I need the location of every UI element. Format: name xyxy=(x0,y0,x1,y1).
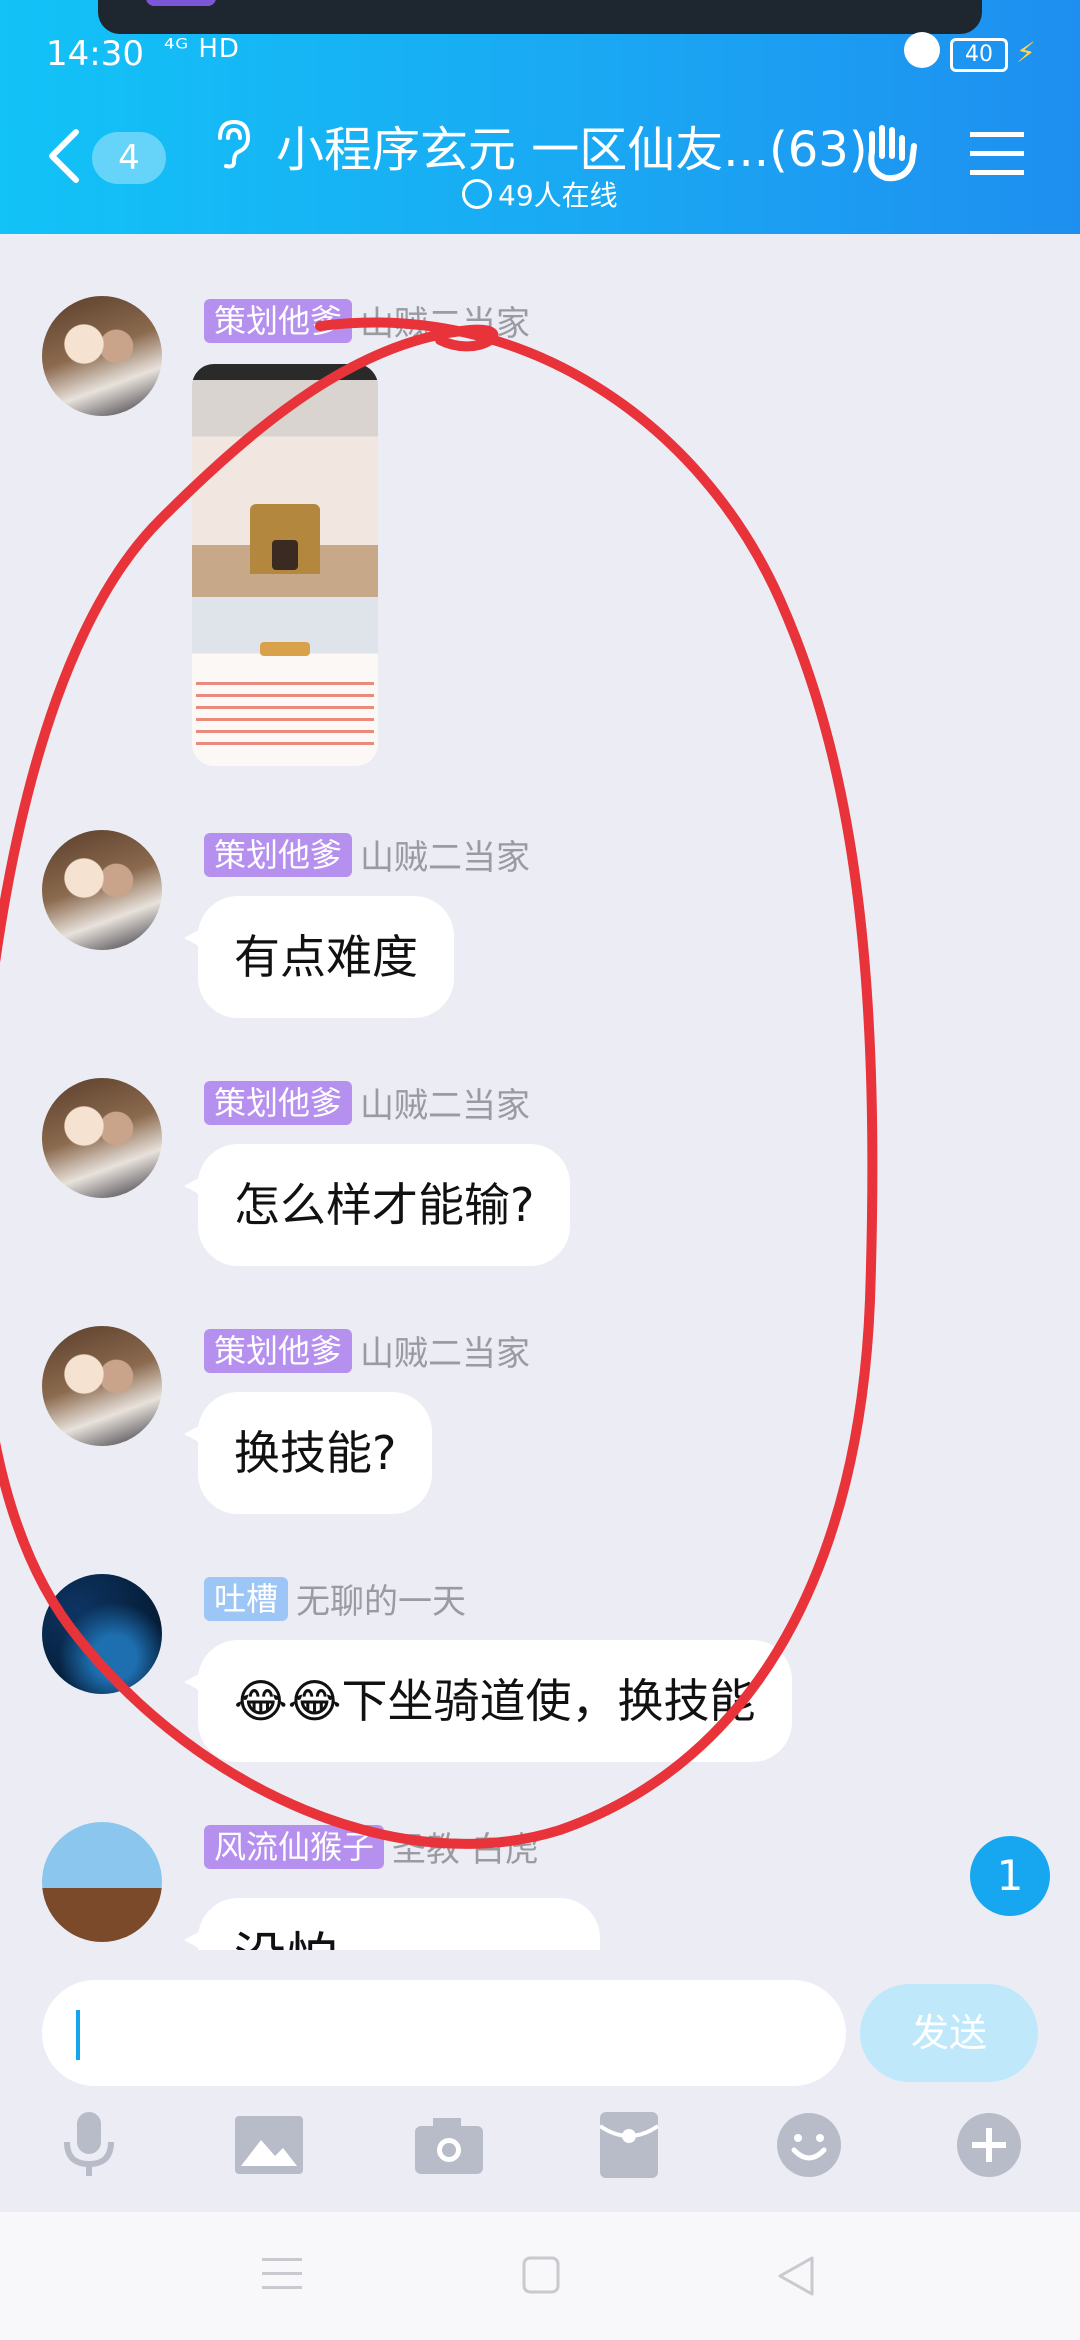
sender-nickname[interactable]: 山贼二当家 xyxy=(360,1078,530,1127)
notification-app-icon xyxy=(146,0,216,6)
sender-nickname[interactable]: 无聊的一天 xyxy=(296,1574,466,1623)
system-navigation-bar xyxy=(0,2212,1080,2340)
chat-title[interactable]: 小程序玄元 一区仙友...(63) xyxy=(276,110,868,180)
online-count-label: 49人在线 xyxy=(498,179,618,212)
avatar[interactable] xyxy=(42,1822,162,1942)
microphone-icon[interactable] xyxy=(54,2110,124,2180)
chevron-left-icon xyxy=(49,129,79,183)
gesture-hand-icon[interactable] xyxy=(862,122,920,188)
recent-apps-icon[interactable] xyxy=(262,2256,302,2296)
avatar[interactable] xyxy=(42,1078,162,1198)
alarm-icon xyxy=(904,32,940,68)
sender-line: 策划他爹 山贼二当家 xyxy=(204,296,530,345)
title-badge: 策划他爹 xyxy=(204,298,353,343)
sender-nickname[interactable]: 圣教 白虎 xyxy=(392,1822,539,1871)
sender-line: 策划他爹 山贼二当家 xyxy=(204,1078,530,1127)
message-bubble[interactable]: 没怕 xyxy=(184,1898,600,1950)
text-caret xyxy=(76,2010,80,2060)
title-badge: 吐槽 xyxy=(204,1576,289,1621)
battery-icon: 40 xyxy=(950,38,1008,72)
new-message-badge[interactable]: 1 xyxy=(970,1836,1050,1916)
avatar[interactable] xyxy=(42,830,162,950)
message-bubble[interactable]: 😂😂下坐骑道使，换技能 xyxy=(184,1640,792,1762)
sender-nickname[interactable]: 山贼二当家 xyxy=(360,1326,530,1375)
emoji-icon[interactable] xyxy=(774,2110,844,2180)
title-badge: 策划他爹 xyxy=(204,1080,353,1125)
online-count[interactable]: 49人在线 xyxy=(462,174,618,214)
hamburger-icon xyxy=(970,132,1024,175)
home-icon[interactable] xyxy=(522,2256,560,2298)
sender-nickname[interactable]: 山贼二当家 xyxy=(360,296,530,345)
avatar[interactable] xyxy=(42,1326,162,1446)
avatar[interactable] xyxy=(42,296,162,416)
sender-line: 吐槽 无聊的一天 xyxy=(204,1574,466,1623)
camera-icon[interactable] xyxy=(414,2110,484,2180)
unread-count-badge[interactable]: 4 xyxy=(92,132,166,184)
message-input[interactable] xyxy=(42,1980,846,2086)
image-message[interactable] xyxy=(192,364,378,766)
input-bar: 发送 xyxy=(0,1950,1080,2212)
sender-line: 策划他爹 山贼二当家 xyxy=(204,1326,530,1375)
earpiece-mode-icon[interactable] xyxy=(212,118,252,174)
title-badge: 策划他爹 xyxy=(204,832,353,877)
title-badge: 策划他爹 xyxy=(204,1328,353,1373)
menu-button[interactable] xyxy=(970,132,1024,180)
back-nav-icon[interactable] xyxy=(778,2256,814,2300)
status-time: 14:30 xyxy=(46,34,144,74)
sender-line: 风流仙猴子 圣教 白虎 xyxy=(204,1822,539,1871)
sender-line: 策划他爹 山贼二当家 xyxy=(204,830,530,879)
notification-banner[interactable] xyxy=(98,0,982,34)
message-bubble[interactable]: 怎么样才能输? xyxy=(183,1144,571,1266)
plus-icon[interactable] xyxy=(954,2110,1024,2180)
sender-nickname[interactable]: 山贼二当家 xyxy=(360,830,530,879)
send-button[interactable]: 发送 xyxy=(860,1984,1038,2082)
avatar[interactable] xyxy=(42,1574,162,1694)
image-icon[interactable] xyxy=(234,2110,304,2180)
message-bubble[interactable]: 换技能? xyxy=(183,1392,433,1514)
chevron-circle-icon xyxy=(462,179,492,209)
red-packet-icon[interactable] xyxy=(594,2110,664,2180)
charging-icon: ⚡ xyxy=(1016,36,1036,69)
network-indicator: ⁴ᴳ HD xyxy=(164,34,240,64)
chat-header: 14:30 ⁴ᴳ HD 40 ⚡ 4 小程序玄元 一区仙友...(63) 49人… xyxy=(0,0,1080,234)
message-item: 风流仙猴子 圣教 白虎 没怕 xyxy=(0,1822,1080,1950)
title-badge: 风流仙猴子 xyxy=(204,1824,385,1869)
back-button[interactable] xyxy=(46,128,82,188)
message-bubble[interactable]: 有点难度 xyxy=(184,896,454,1018)
